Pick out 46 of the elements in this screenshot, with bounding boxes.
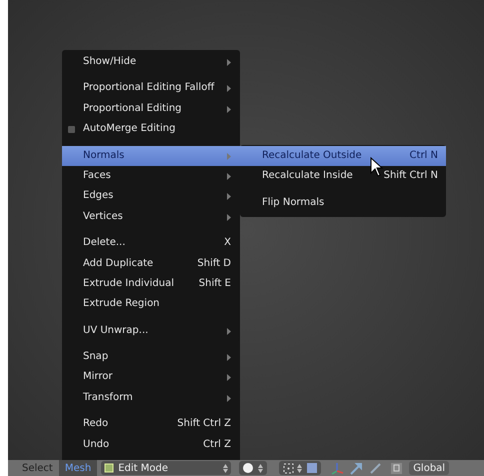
up-down-arrows-icon (297, 464, 302, 472)
shading-dropdown[interactable] (239, 461, 268, 475)
menu-item[interactable]: Redo Shift Ctrl Z (62, 414, 240, 435)
cube-icon (104, 463, 114, 473)
menu-item[interactable]: Snap (62, 347, 240, 368)
axes-icon[interactable] (331, 462, 344, 474)
menu-item[interactable]: Faces (62, 166, 240, 186)
menu-item[interactable]: Extrude Individual Shift E (62, 274, 240, 294)
menu-item[interactable]: Add Duplicate Shift D (62, 254, 240, 274)
submenu-arrow-icon (227, 354, 231, 362)
submenu-arrow-icon (227, 394, 231, 402)
submenu-arrow-icon (227, 106, 231, 113)
submenu-arrow-icon (227, 152, 231, 160)
menu-item[interactable]: Undo Ctrl Z (62, 434, 240, 456)
checkbox[interactable] (68, 126, 75, 134)
mouse-pointer-icon (370, 157, 384, 177)
submenu-arrow-icon (227, 85, 231, 92)
menu-item[interactable]: Edges (62, 186, 240, 207)
submenu-arrow-icon (227, 193, 231, 200)
menu-item[interactable]: Flip Normals (240, 192, 446, 214)
arrow-icon[interactable] (350, 462, 364, 474)
menu-item[interactable]: Mirror (62, 367, 240, 388)
pivot-dropdown[interactable] (279, 461, 322, 475)
menu-item[interactable]: Recalculate Inside Shift Ctrl N (240, 166, 446, 187)
submenu-arrow-icon (227, 328, 231, 335)
mode-dropdown[interactable]: Edit Mode (101, 461, 232, 475)
menu-item[interactable]: Delete... X (62, 233, 240, 254)
menu-item[interactable]: Recalculate Outside Ctrl N (240, 146, 446, 166)
menu-item[interactable]: Proportional Editing Falloff (62, 78, 240, 99)
up-down-arrows-icon (223, 464, 228, 472)
menu-item[interactable]: Show/Hide (62, 52, 240, 72)
sphere-icon (243, 463, 254, 473)
menu-item[interactable]: Proportional Editing (62, 98, 240, 120)
orientation-dropdown[interactable]: Global (409, 461, 450, 475)
menu-item[interactable]: Extrude Region (62, 294, 240, 315)
up-down-arrows-icon (258, 464, 263, 472)
pivot-icon (282, 462, 294, 474)
menu-item[interactable]: Transform (62, 388, 240, 408)
submenu-arrow-icon (227, 374, 231, 382)
submenu-arrow-icon (227, 59, 231, 66)
menu-item[interactable]: UV Unwrap... (62, 320, 240, 342)
menu-item[interactable]: AutoMerge Editing (62, 119, 240, 140)
submenu-arrow-icon (227, 214, 231, 221)
menu-item[interactable]: Normals (62, 146, 240, 166)
submenu-arrow-icon (227, 172, 231, 180)
menu-item[interactable]: Vertices (62, 206, 240, 228)
